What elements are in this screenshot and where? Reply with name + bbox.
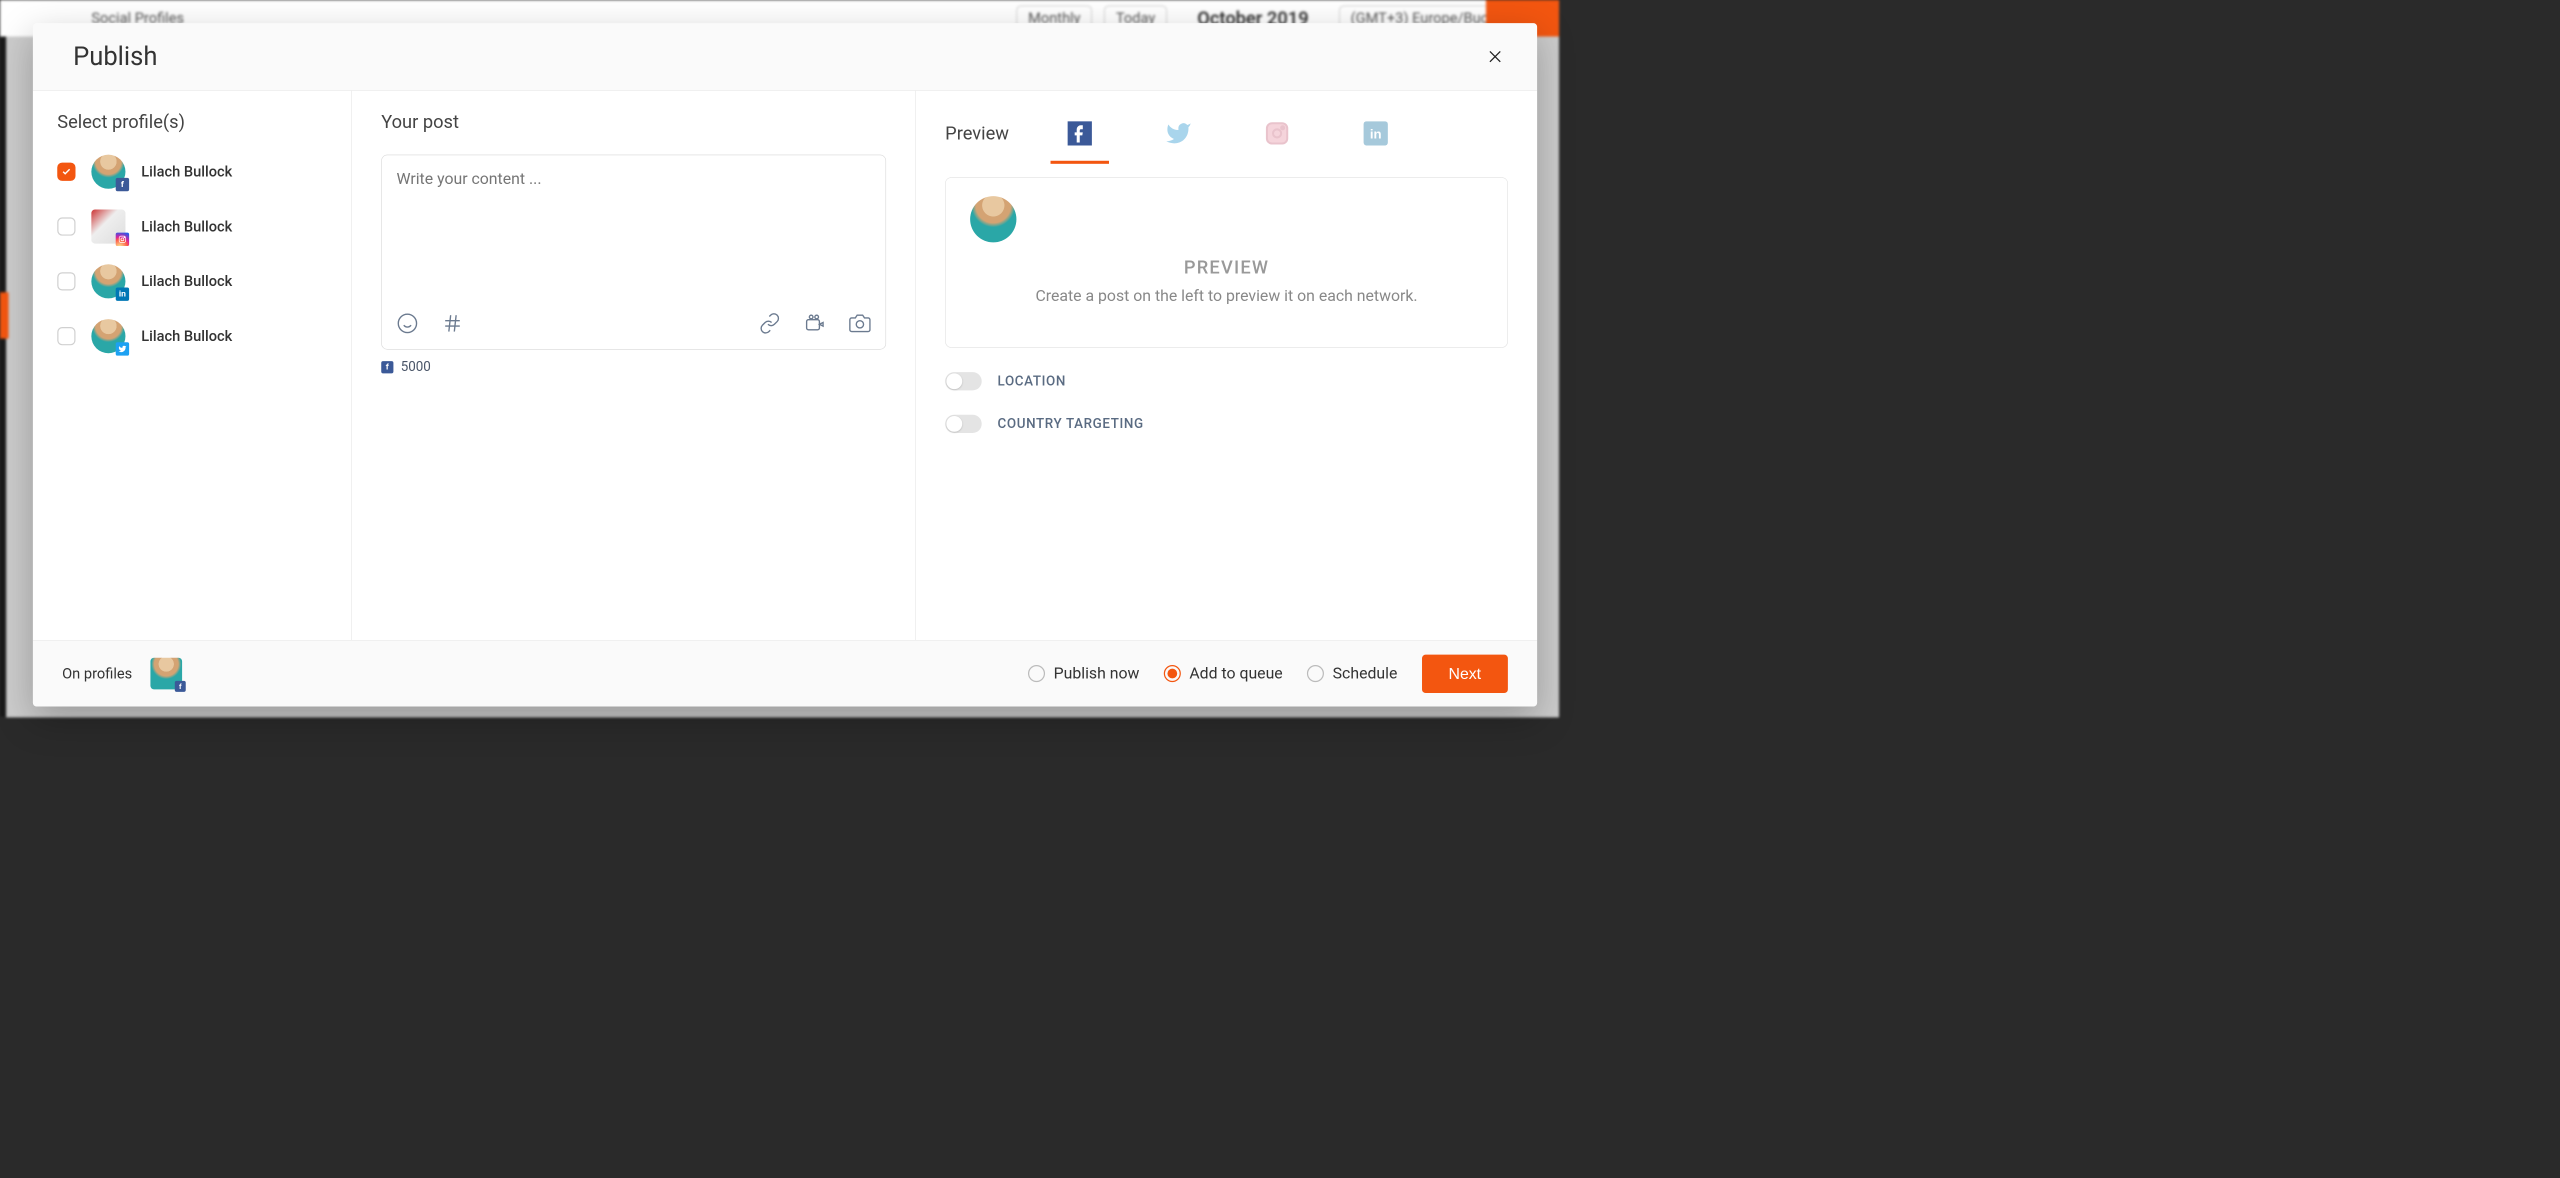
radio-schedule[interactable]: [1307, 665, 1324, 682]
location-label: LOCATION: [998, 374, 1066, 389]
sidebar-active-indicator: [0, 292, 9, 338]
profile-checkbox[interactable]: [57, 217, 75, 235]
radio-add-to-queue[interactable]: [1164, 665, 1181, 682]
profiles-title: Select profile(s): [57, 111, 327, 132]
preview-tabs: in: [1058, 111, 1398, 155]
facebook-mini-icon: f: [381, 361, 393, 373]
avatar: f: [91, 155, 125, 189]
profile-row-facebook[interactable]: f Lilach Bullock: [57, 155, 327, 189]
app-sidebar: [0, 0, 6, 717]
close-button[interactable]: [1485, 46, 1506, 67]
profile-name: Lilach Bullock: [141, 218, 232, 235]
twitter-icon: [116, 342, 129, 355]
composer-panel: Your post: [352, 91, 916, 640]
footer-right: Publish now Add to queue Schedule Next: [1028, 654, 1508, 692]
profile-checkbox[interactable]: [57, 327, 75, 345]
profiles-panel: Select profile(s) f Lilach Bullock: [33, 91, 352, 640]
video-icon[interactable]: [804, 312, 826, 334]
emoji-icon[interactable]: [396, 312, 418, 334]
publish-modal: Publish Select profile(s) f Lilach Bullo…: [33, 23, 1537, 706]
schedule-label: Schedule: [1333, 664, 1398, 682]
modal-footer: On profiles f Publish now Add to queue S…: [33, 641, 1537, 707]
avatar: in: [91, 264, 125, 298]
avatar: [91, 319, 125, 353]
profile-name: Lilach Bullock: [141, 328, 232, 345]
location-toggle-row: LOCATION: [945, 372, 1508, 390]
composer-box: [381, 155, 886, 350]
radio-publish-now[interactable]: [1028, 665, 1045, 682]
avatar: [91, 209, 125, 243]
preview-heading: PREVIEW: [970, 257, 1483, 278]
profile-row-twitter[interactable]: Lilach Bullock: [57, 319, 327, 353]
instagram-icon: [116, 233, 129, 246]
facebook-icon: f: [175, 681, 186, 692]
footer-left: On profiles f: [62, 658, 182, 690]
camera-icon[interactable]: [849, 312, 871, 334]
profile-name: Lilach Bullock: [141, 273, 232, 290]
add-to-queue-label: Add to queue: [1189, 664, 1282, 682]
preview-title: Preview: [945, 123, 1009, 144]
tab-facebook[interactable]: [1058, 111, 1102, 155]
modal-title: Publish: [73, 42, 157, 72]
location-toggle[interactable]: [945, 372, 982, 390]
country-targeting-label: COUNTRY TARGETING: [998, 416, 1144, 431]
tab-linkedin[interactable]: in: [1354, 111, 1398, 155]
facebook-icon: f: [116, 178, 129, 191]
preview-panel: Preview in: [916, 91, 1537, 640]
preview-subtext: Create a post on the left to preview it …: [970, 287, 1483, 305]
svg-text:in: in: [1370, 126, 1382, 141]
modal-header: Publish: [33, 23, 1537, 90]
profile-row-instagram[interactable]: Lilach Bullock: [57, 209, 327, 243]
country-targeting-toggle-row: COUNTRY TARGETING: [945, 415, 1508, 433]
next-button[interactable]: Next: [1422, 654, 1508, 692]
hashtag-icon[interactable]: [442, 312, 464, 334]
post-content-input[interactable]: [396, 170, 870, 306]
tab-instagram[interactable]: [1255, 111, 1299, 155]
linkedin-icon: in: [116, 287, 129, 300]
composer-title: Your post: [381, 111, 886, 132]
publish-now-option[interactable]: Publish now: [1028, 664, 1139, 682]
profile-row-linkedin[interactable]: in Lilach Bullock: [57, 264, 327, 298]
on-profiles-label: On profiles: [62, 665, 132, 682]
schedule-option[interactable]: Schedule: [1307, 664, 1397, 682]
preview-card: PREVIEW Create a post on the left to pre…: [945, 177, 1508, 348]
modal-body: Select profile(s) f Lilach Bullock: [33, 90, 1537, 641]
tab-twitter[interactable]: [1156, 111, 1200, 155]
profile-checkbox[interactable]: [57, 163, 75, 181]
composer-toolbar: [396, 312, 870, 334]
profile-checkbox[interactable]: [57, 272, 75, 290]
char-counter-row: f 5000: [381, 359, 886, 374]
preview-header: Preview in: [945, 111, 1508, 155]
footer-profile-avatar: f: [150, 658, 182, 690]
link-icon[interactable]: [759, 312, 781, 334]
char-count: 5000: [401, 359, 431, 374]
add-to-queue-option[interactable]: Add to queue: [1164, 664, 1283, 682]
publish-now-label: Publish now: [1054, 664, 1140, 682]
preview-avatar: [970, 196, 1016, 242]
profile-name: Lilach Bullock: [141, 163, 232, 180]
country-targeting-toggle[interactable]: [945, 415, 982, 433]
